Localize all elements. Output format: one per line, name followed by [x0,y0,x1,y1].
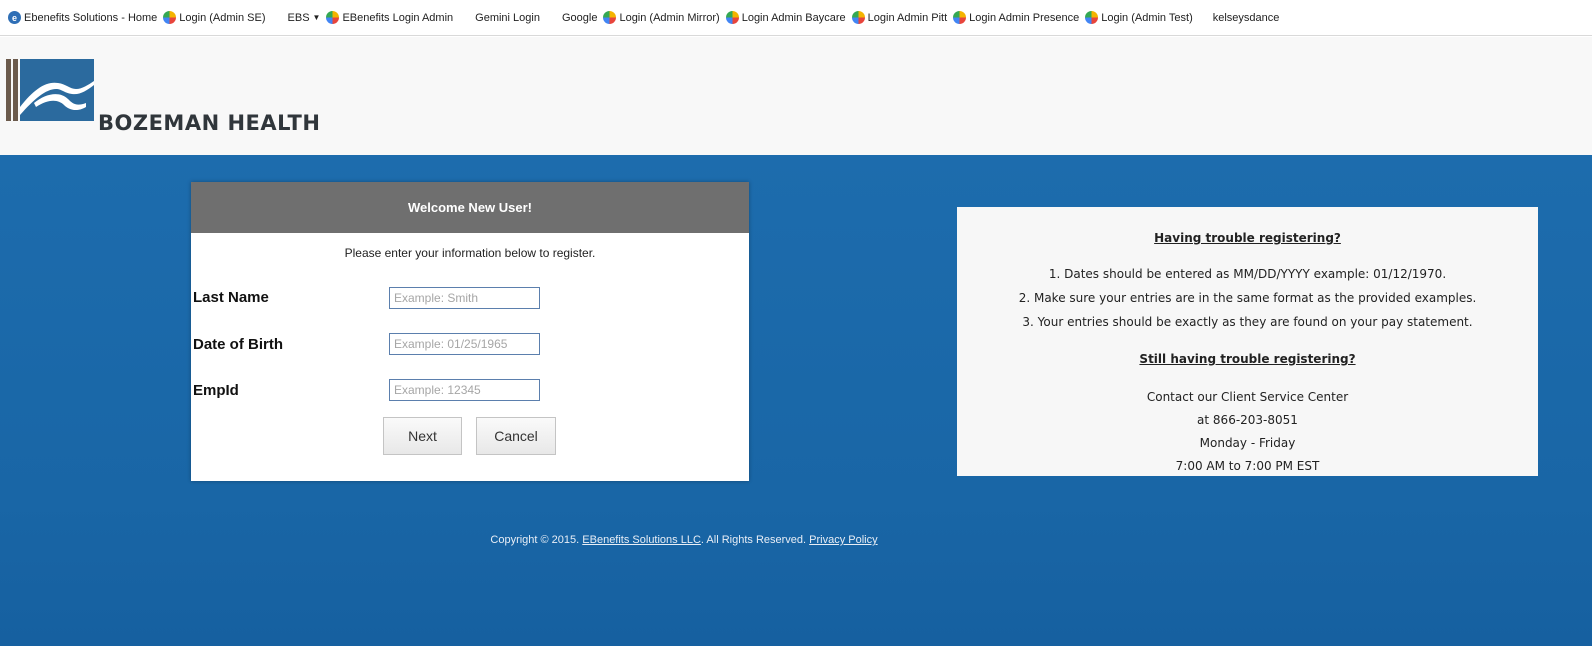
bookmark-login-admin-se[interactable]: Login (Admin SE) [163,11,266,24]
bookmark-label: EBenefits Login Admin [342,11,454,24]
date-of-birth-input[interactable] [389,333,540,355]
bookmark-label: Login Admin Presence [969,11,1080,24]
login-icon [326,11,340,24]
bookmark-kelseysdance[interactable]: kelseysdance [1213,12,1280,24]
gemini-icon: ⋉ [461,12,471,22]
bozeman-health-logo-icon [6,59,94,121]
bookmark-login-admin-presence[interactable]: Login Admin Presence [953,11,1079,24]
privacy-policy-link[interactable]: Privacy Policy [809,534,877,546]
last-name-label: Last Name [193,289,269,306]
registration-instructions: Please enter your information below to r… [344,246,596,260]
panel-title: Welcome New User! [191,182,749,233]
google-icon: G [548,12,556,23]
brand-name: BOZEMAN HEALTH [98,111,321,135]
next-button[interactable]: Next [383,417,462,455]
bookmark-label: Gemini Login [475,11,540,24]
empid-input[interactable] [389,379,540,401]
bookmark-login-admin-test[interactable]: Login (Admin Test) [1085,11,1193,24]
bookmark-login-admin-baycare[interactable]: Login Admin Baycare [725,11,846,24]
empid-label: EmpId [193,382,239,399]
bookmark-label: Google [561,11,598,24]
bookmark-label: Login Admin Pitt [867,11,948,24]
bookmark-label: kelseysdance [1212,11,1280,24]
copyright-text: Copyright © 2015. [490,534,580,546]
bookmark-label: Ebenefits Solutions - Home [24,11,158,24]
bookmark-google[interactable]: G Google [546,11,598,24]
ebs-icon: ▮ [275,12,281,22]
contact-hours: 7:00 AM to 7:00 PM EST [1175,459,1320,473]
main-content: Welcome New User! Please enter your info… [0,155,1592,646]
bookmark-label: Login (Admin Mirror) [619,11,720,24]
bookmark-label: EBS [287,11,310,24]
login-icon [603,11,617,24]
bookmark-login-admin-pitt[interactable]: Login Admin Pitt [851,11,948,24]
date-of-birth-label: Date of Birth [193,336,283,353]
login-icon [851,11,865,24]
company-link[interactable]: EBenefits Solutions LLC [582,534,701,546]
help-tip: 3. Your entries should be exactly as the… [1022,315,1473,329]
ebenefits-icon: e [8,11,21,24]
contact-line: Contact our Client Service Center [1146,390,1349,404]
bookmark-label: Login (Admin SE) [179,11,266,24]
login-icon [163,11,177,24]
site-header: BOZEMAN HEALTH [0,37,1592,155]
help-tip: 1. Dates should be entered as MM/DD/YYYY… [1048,267,1447,281]
bookmark-ebenefits-login-admin[interactable]: EBenefits Login Admin [326,11,453,24]
help-title-2: Still having trouble registering? [1139,352,1356,366]
bookmark-login-admin-mirror[interactable]: Login (Admin Mirror) [603,11,720,24]
login-icon [953,11,967,24]
last-name-input[interactable] [389,287,540,309]
help-panel: Having trouble registering? 1. Dates sho… [957,207,1538,476]
help-tip: 2. Make sure your entries are in the sam… [1018,291,1477,305]
registration-panel: Welcome New User! Please enter your info… [191,182,749,481]
bookmark-ebs-folder[interactable]: ▮ EBS ▼ [272,11,321,24]
help-title: Having trouble registering? [1154,231,1341,245]
bookmark-ebenefits-home[interactable]: e Ebenefits Solutions - Home [8,11,157,24]
bookmarks-bar: e Ebenefits Solutions - Home Login (Admi… [0,0,1592,36]
chevron-down-icon: ▼ [312,13,321,22]
bookmark-gemini-login[interactable]: ⋉ Gemini Login [459,11,540,24]
cancel-button[interactable]: Cancel [476,417,556,455]
login-icon [1085,11,1099,24]
contact-days: Monday - Friday [1199,436,1296,450]
login-icon [725,11,739,24]
bookmark-label: Login (Admin Test) [1101,11,1193,24]
footer: Copyright © 2015. EBenefits Solutions LL… [0,534,1592,546]
rights-text: . All Rights Reserved. [700,534,807,546]
contact-phone: at 866-203-8051 [1197,413,1298,427]
bookmark-label: Login Admin Baycare [741,11,846,24]
